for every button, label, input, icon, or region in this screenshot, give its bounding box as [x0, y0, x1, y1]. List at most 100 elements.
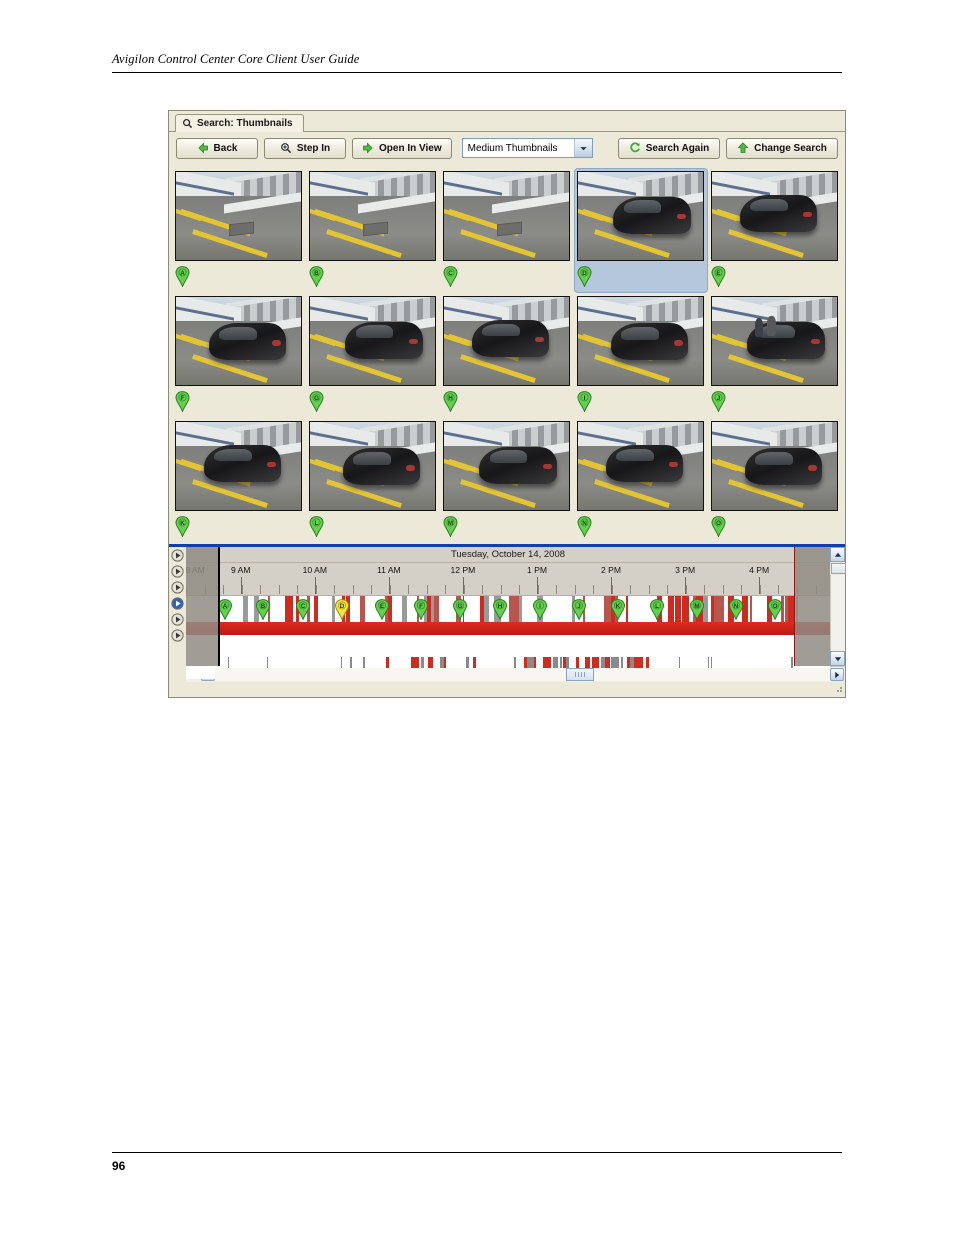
thumbnail-item[interactable]: N — [574, 418, 708, 543]
timeline-vertical-scrollbar[interactable] — [830, 547, 846, 666]
playback-toggle-5[interactable] — [171, 613, 184, 626]
timeline-marker[interactable]: J — [571, 599, 586, 620]
scrollbar-thumb-vertical[interactable] — [831, 563, 846, 574]
thumbnail-image[interactable] — [711, 421, 838, 511]
timeline-tick-label: 12 PM — [450, 565, 476, 575]
thumbnail-item[interactable]: J — [708, 293, 842, 418]
thumbnail-image[interactable] — [711, 171, 838, 261]
thumbnail-image[interactable] — [175, 296, 302, 386]
thumbnail-image[interactable] — [577, 171, 704, 261]
timeline-marker[interactable]: M — [689, 599, 704, 620]
chevron-down-icon[interactable] — [573, 139, 592, 157]
scrollbar-track-horizontal[interactable] — [215, 668, 830, 681]
timeline-marker[interactable]: F — [414, 599, 429, 620]
thumbnail-item[interactable]: H — [440, 293, 574, 418]
map-pin-icon: J — [711, 390, 726, 413]
timeline-tracks[interactable]: Tuesday, October 14, 2008 8 AM9 AM10 AM1… — [186, 547, 830, 679]
timeline-tick-minor — [408, 585, 410, 594]
timeline-marker[interactable]: G — [453, 599, 468, 620]
map-pin-icon: A — [175, 265, 190, 288]
timeline-marker[interactable]: B — [256, 599, 271, 620]
search-again-button[interactable]: Search Again — [618, 137, 720, 159]
svg-text:D: D — [340, 603, 345, 610]
timeline-tick-minor — [537, 585, 539, 594]
thumbnail-caption: H — [443, 388, 571, 413]
thumbnail-item[interactable]: M — [440, 418, 574, 543]
thumbnail-image[interactable] — [443, 171, 570, 261]
timeline-marker[interactable]: N — [728, 599, 743, 620]
step-in-button[interactable]: Step In — [264, 137, 346, 159]
arrow-right-icon — [362, 142, 374, 154]
thumbnail-item[interactable]: L — [306, 418, 440, 543]
tab-strip: Search: Thumbnails — [169, 111, 845, 132]
playback-toggle-6[interactable] — [171, 629, 184, 642]
playback-toggle-2[interactable] — [171, 565, 184, 578]
thumbnail-image[interactable] — [577, 296, 704, 386]
open-in-view-label: Open In View — [379, 142, 442, 154]
playback-toggle-1[interactable] — [171, 549, 184, 562]
timeline-segment — [313, 596, 318, 622]
thumbnail-item[interactable]: G — [306, 293, 440, 418]
playback-toggle-4[interactable] — [171, 597, 184, 610]
timeline-marker-track[interactable]: A B C D E F G H I J K L M N O — [186, 595, 830, 622]
timeline-segment — [285, 596, 293, 622]
timeline-panel: Tuesday, October 14, 2008 8 AM9 AM10 AM1… — [169, 544, 846, 694]
timeline-recording-bar[interactable] — [186, 622, 830, 635]
timeline-marker[interactable]: I — [532, 599, 547, 620]
timeline-playback-controls — [169, 547, 186, 694]
scroll-right-button[interactable] — [830, 668, 844, 681]
thumbnail-item[interactable]: O — [708, 418, 842, 543]
thumbnail-item[interactable]: I — [574, 293, 708, 418]
timeline-segment — [668, 596, 674, 622]
thumbnail-image[interactable] — [309, 421, 436, 511]
timeline-horizontal-scrollbar[interactable] — [186, 666, 845, 682]
thumbnail-item[interactable]: D — [574, 168, 708, 293]
scrollbar-track-vertical[interactable] — [830, 575, 845, 651]
timeline-tick-label: 4 PM — [749, 565, 770, 575]
thumbnail-item[interactable]: F — [172, 293, 306, 418]
map-pin-icon: D — [577, 265, 592, 288]
thumbnail-item[interactable]: E — [708, 168, 842, 293]
timeline-marker[interactable]: L — [650, 599, 665, 620]
scrollbar-thumb-horizontal[interactable] — [565, 668, 594, 681]
footer-rule — [112, 1152, 842, 1153]
timeline-tick-minor — [500, 585, 502, 594]
thumbnail-image[interactable] — [175, 171, 302, 261]
scroll-up-button[interactable] — [830, 547, 845, 562]
timeline-segment — [359, 596, 366, 622]
svg-text:D: D — [582, 270, 587, 277]
search-icon — [182, 118, 193, 129]
timeline-marker[interactable]: C — [296, 599, 311, 620]
thumbnail-item[interactable]: B — [306, 168, 440, 293]
thumbnail-image[interactable] — [175, 421, 302, 511]
thumbnail-image[interactable] — [443, 421, 570, 511]
map-pin-icon: H — [443, 390, 458, 413]
timeline-marker[interactable]: O — [768, 599, 783, 620]
thumbnail-image[interactable] — [309, 171, 436, 261]
timeline-marker[interactable]: K — [611, 599, 626, 620]
thumbnail-image[interactable] — [443, 296, 570, 386]
scroll-down-button[interactable] — [830, 651, 845, 666]
thumbnail-size-select[interactable]: Medium Thumbnails — [461, 138, 593, 158]
thumbnail-item[interactable]: A — [172, 168, 306, 293]
thumbnail-image[interactable] — [577, 421, 704, 511]
thumbnail-image[interactable] — [309, 296, 436, 386]
timeline-segment — [749, 596, 753, 622]
playback-toggle-3[interactable] — [171, 581, 184, 594]
timeline-segment — [675, 596, 681, 622]
thumbnail-image[interactable] — [711, 296, 838, 386]
thumbnail-item[interactable]: K — [172, 418, 306, 543]
tab-search-thumbnails[interactable]: Search: Thumbnails — [175, 114, 304, 132]
back-button[interactable]: Back — [176, 137, 258, 159]
svg-text:B: B — [261, 603, 266, 610]
camera-scene — [712, 422, 837, 510]
change-search-button[interactable]: Change Search — [726, 137, 838, 159]
thumbnail-caption: F — [175, 388, 303, 413]
timeline-marker[interactable]: H — [493, 599, 508, 620]
timeline-marker[interactable]: D — [335, 599, 350, 620]
timeline-tick-minor — [630, 585, 632, 594]
resize-grip-icon[interactable] — [834, 684, 843, 693]
timeline-marker[interactable]: E — [374, 599, 389, 620]
thumbnail-item[interactable]: C — [440, 168, 574, 293]
open-in-view-button[interactable]: Open In View — [352, 137, 452, 159]
